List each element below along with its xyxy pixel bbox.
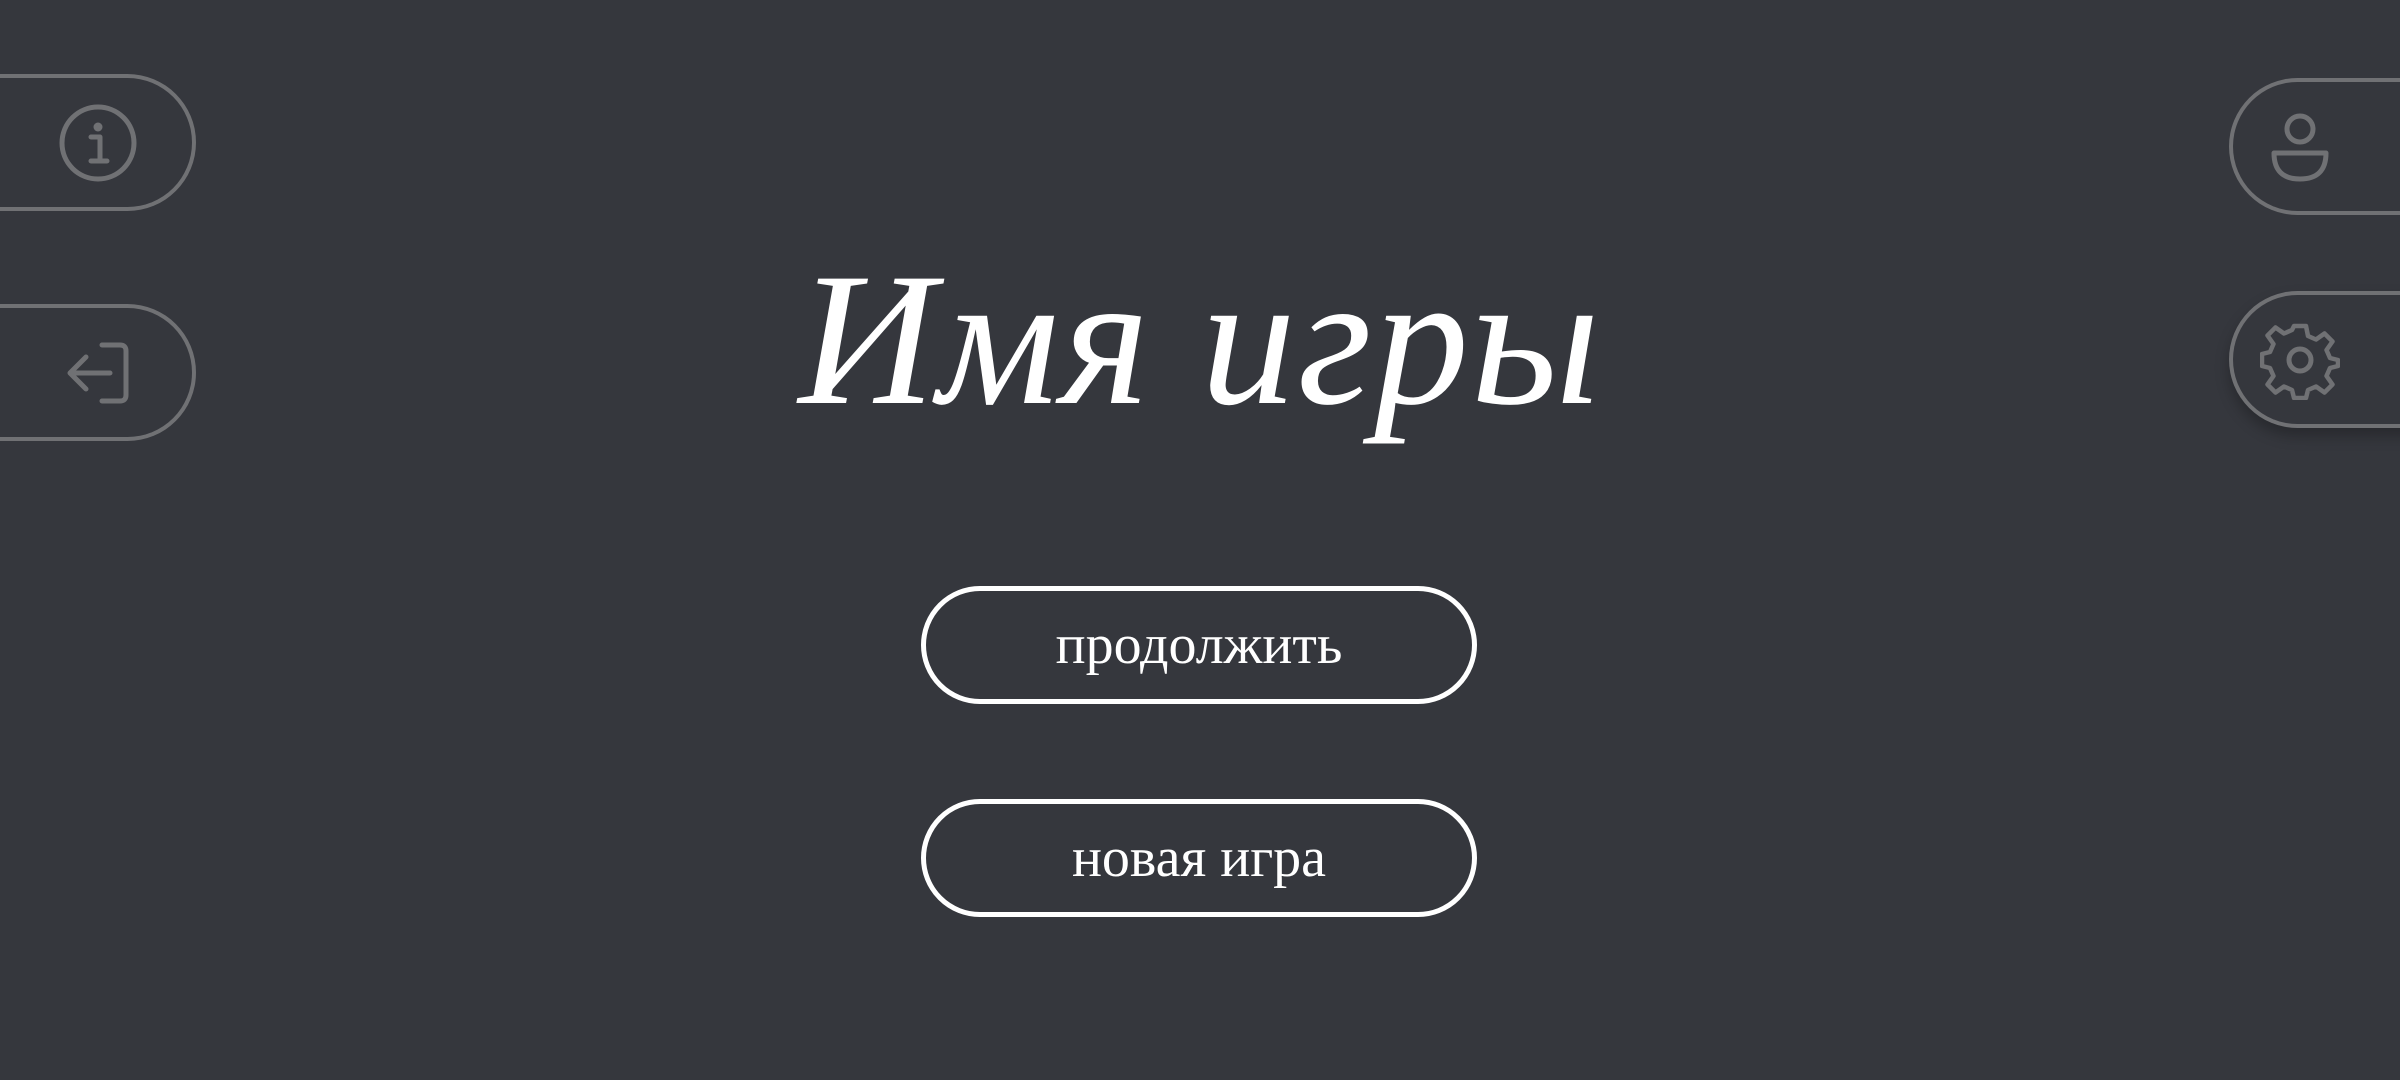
- info-icon: [59, 104, 137, 181]
- continue-button[interactable]: продолжить: [921, 586, 1477, 704]
- profile-button[interactable]: [2229, 78, 2400, 215]
- game-title: Имя игры: [798, 235, 1602, 445]
- info-button[interactable]: [0, 74, 196, 211]
- user-icon: [2271, 113, 2329, 181]
- new-game-button[interactable]: новая игра: [921, 799, 1477, 917]
